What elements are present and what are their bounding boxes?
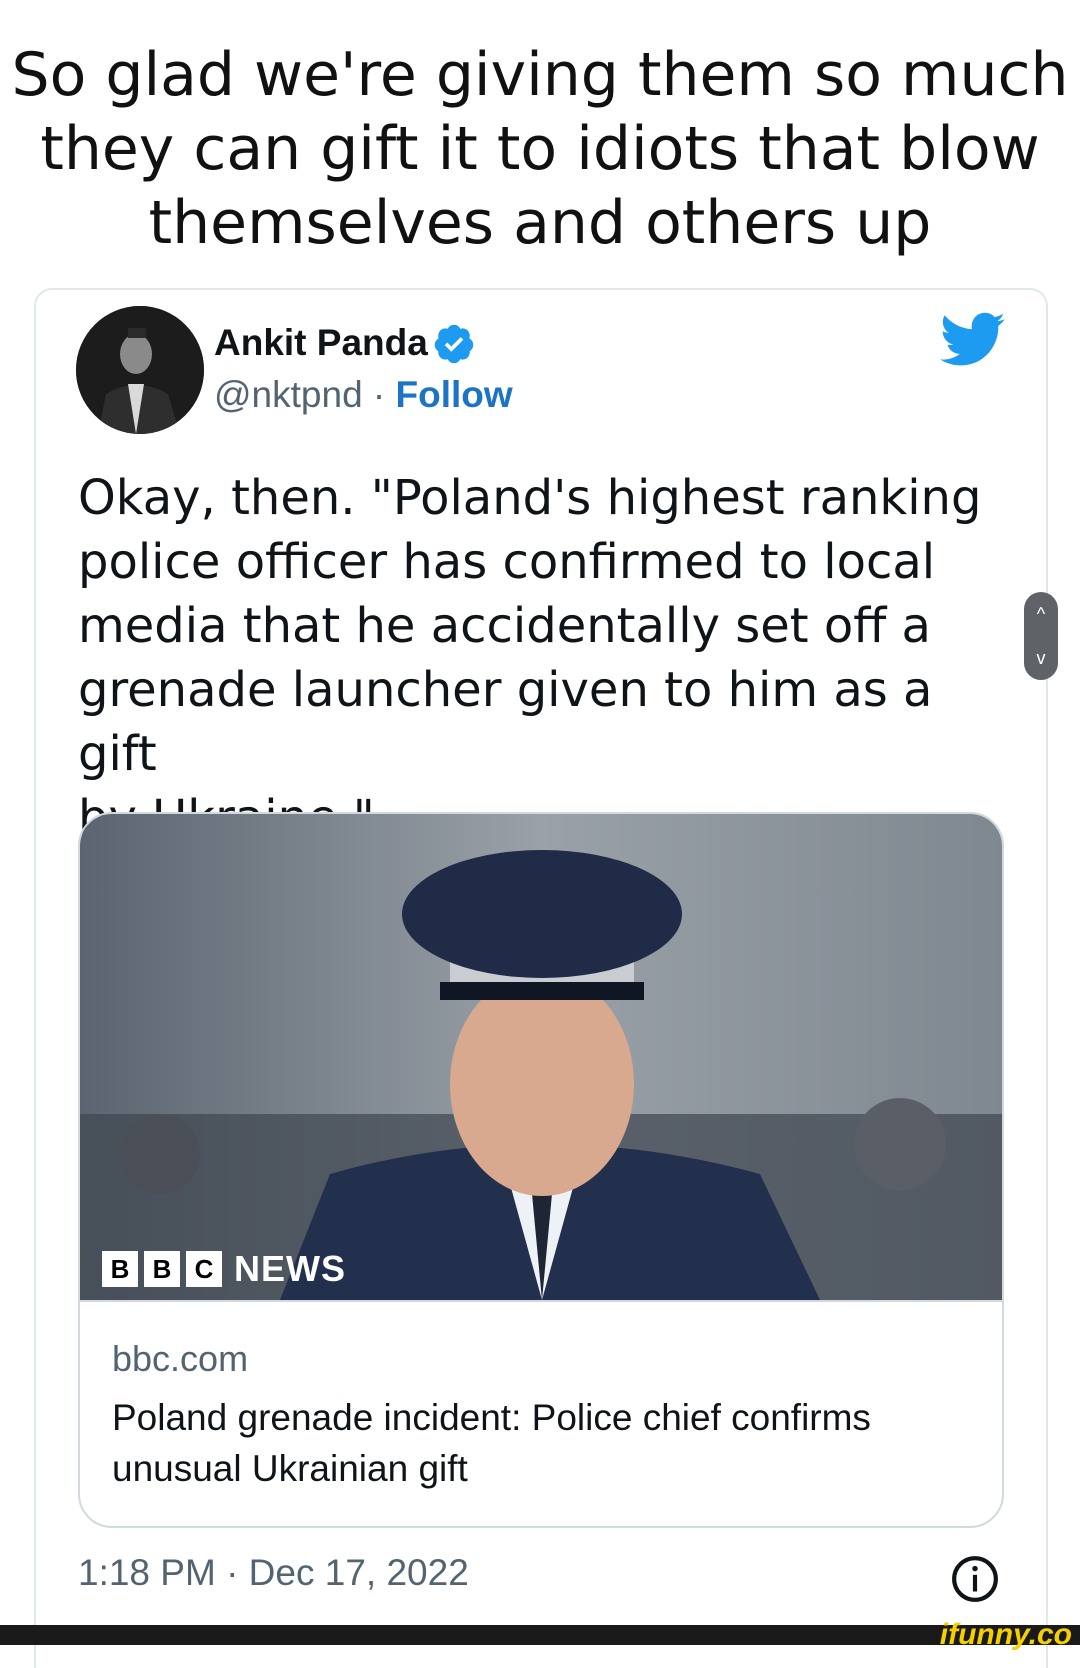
tweet-text-line: grenade launcher given to him as a gift: [78, 662, 933, 782]
follow-button[interactable]: Follow: [396, 374, 513, 415]
caption-line: themselves and others up: [148, 188, 932, 258]
tweet-text-line: Okay, then. "Poland's highest ranking: [78, 470, 982, 526]
tweet-text-line: police officer has confirmed to local: [78, 534, 936, 590]
bbc-logo-word: NEWS: [234, 1248, 346, 1289]
verified-badge-icon: [434, 324, 474, 364]
link-card-meta: bbc.com Poland grenade incident: Police …: [80, 1300, 1002, 1526]
meme-caption: So glad we're giving them so much they c…: [0, 38, 1080, 260]
bottom-bar: [0, 1625, 1080, 1645]
bbc-news-logo: B B C NEWS: [102, 1248, 346, 1290]
tweet-text-line: media that he accidentally set off a: [78, 598, 931, 654]
author-handle[interactable]: @nktpnd: [214, 374, 363, 415]
scroll-control[interactable]: ^ v: [1024, 592, 1058, 680]
info-icon[interactable]: [950, 1554, 1000, 1604]
caption-line: So glad we're giving them so much: [11, 40, 1069, 110]
caption-line: they can gift it to idiots that blow: [40, 114, 1040, 184]
twitter-bird-icon[interactable]: [940, 312, 1006, 368]
tweet-timestamp[interactable]: 1:18 PM · Dec 17, 2022: [78, 1552, 469, 1594]
news-photo: [80, 814, 1002, 1300]
link-title-line: Poland grenade incident: Police chief co…: [112, 1397, 871, 1438]
bbc-logo-letter: B: [102, 1251, 138, 1287]
link-preview-card[interactable]: B B C NEWS bbc.com Poland grenade incide…: [78, 812, 1004, 1528]
chevron-down-icon[interactable]: v: [1024, 636, 1058, 680]
link-domain: bbc.com: [112, 1338, 249, 1379]
author-handle-row: @nktpnd · Follow: [214, 374, 513, 416]
ifunny-watermark: ifunny.co: [939, 1618, 1072, 1651]
bbc-logo-letter: B: [144, 1251, 180, 1287]
link-title-line: unusual Ukrainian gift: [112, 1448, 468, 1489]
bbc-logo-letter: C: [186, 1251, 222, 1287]
author-avatar[interactable]: [76, 306, 204, 434]
chevron-up-icon[interactable]: ^: [1024, 592, 1058, 636]
link-title: Poland grenade incident: Police chief co…: [112, 1392, 972, 1494]
handle-separator: ·: [362, 374, 396, 415]
author-name[interactable]: Ankit Panda: [214, 322, 428, 364]
tweet-text: Okay, then. "Poland's highest ranking po…: [78, 466, 1018, 850]
